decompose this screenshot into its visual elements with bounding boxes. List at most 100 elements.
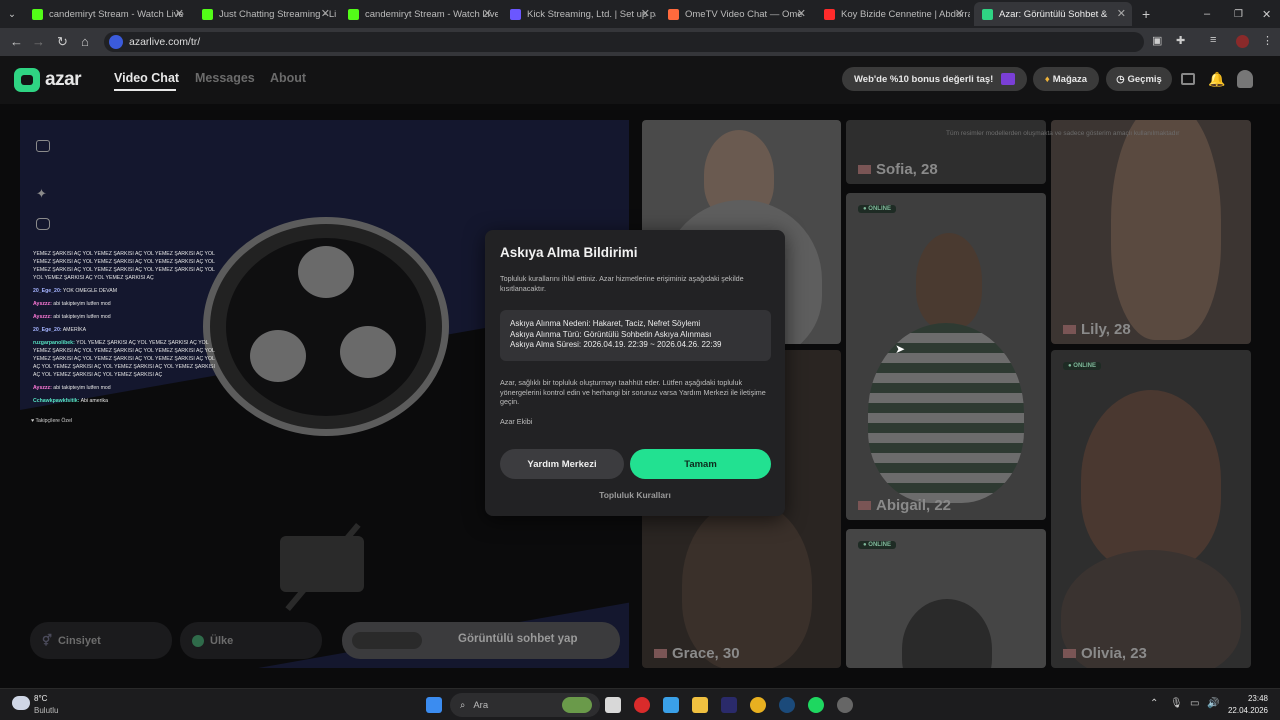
new-tab-button[interactable]: +: [1134, 2, 1154, 26]
user-profile-icon[interactable]: [1237, 70, 1253, 88]
start-video-chat-button[interactable]: Görüntülü sohbet yap: [342, 622, 620, 659]
chat-message: YEMEZ ŞARKISI AÇ YOL YEMEZ ŞARKISI AÇ YO…: [33, 250, 225, 258]
community-rules-link[interactable]: Topluluk Kuralları: [485, 490, 785, 500]
model-card-abigail[interactable]: ● ONLINE Abigail, 22: [846, 193, 1046, 520]
premiere-pro-icon[interactable]: [721, 697, 737, 713]
volume-icon[interactable]: 🔊: [1207, 698, 1219, 709]
gender-label: Cinsiyet: [57, 634, 101, 647]
browser-tab[interactable]: Just Chatting Streaming - Live S✕: [194, 2, 336, 26]
spotify-icon[interactable]: [808, 697, 824, 713]
us-flag-icon: [858, 165, 871, 174]
nav-video-chat[interactable]: Video Chat: [114, 71, 179, 85]
model-name-text: Grace, 30: [672, 645, 740, 662]
azar-logo[interactable]: azar: [14, 68, 82, 92]
close-tab-icon[interactable]: ✕: [955, 7, 964, 20]
model-card-lily[interactable]: Lily, 28: [1051, 120, 1251, 344]
chat-text: abi takipteyim lutfen mod: [53, 301, 111, 307]
home-icon[interactable]: ⌂: [81, 34, 89, 49]
chrome-icon[interactable]: [750, 697, 766, 713]
search-icon: ⌕: [460, 699, 466, 711]
close-tab-icon[interactable]: ✕: [1117, 7, 1126, 20]
history-label: Geçmiş: [1127, 73, 1162, 85]
tab-favicon-icon: [668, 8, 679, 20]
site-info-icon[interactable]: [109, 35, 123, 49]
close-window-button[interactable]: ✕: [1254, 2, 1279, 26]
network-icon[interactable]: ▭: [1190, 698, 1199, 709]
media-control-icon[interactable]: ≡: [1210, 34, 1216, 46]
bonus-gems-button[interactable]: Web'de %10 bonus değerli taş!: [842, 67, 1027, 91]
chat-message: YEMEZ ŞARKISI AÇ YOL YEMEZ ŞARKISI AÇ YO…: [33, 258, 225, 266]
close-tab-icon[interactable]: ✕: [797, 7, 806, 20]
us-flag-icon: [1063, 325, 1076, 334]
browser-tab[interactable]: Kick Streaming, Ltd. | Set up pa ✕: [502, 2, 656, 26]
steam-icon[interactable]: [779, 697, 795, 713]
chat-message: AÇ YOL YEMEZ ŞARKISI AÇ YOL YEMEZ ŞARKIS…: [33, 371, 225, 379]
forward-icon[interactable]: →: [32, 34, 45, 49]
ok-button[interactable]: Tamam: [630, 449, 771, 479]
close-tab-icon[interactable]: ✕: [483, 7, 492, 20]
file-explorer-icon[interactable]: [692, 697, 708, 713]
modal-title: Askıya Alma Bildirimi: [500, 245, 638, 260]
close-tab-icon[interactable]: ✕: [641, 7, 650, 20]
extension-icon[interactable]: ▣: [1152, 34, 1162, 47]
browser-tab[interactable]: candemiryt Stream - Watch Live ✕: [340, 2, 498, 26]
history-button[interactable]: ◷ Geçmiş: [1106, 67, 1172, 91]
suspension-duration: Askıya Alma Süresi: 2026.04.19. 22:39 ~ …: [510, 340, 722, 349]
maximize-button[interactable]: ❐: [1226, 2, 1251, 26]
browser-menu-icon[interactable]: ⋮: [1262, 34, 1273, 47]
chat-message: YOL YEMEZ ŞARKISI AÇ YOL YEMEZ ŞARKISI A…: [33, 274, 225, 282]
close-tab-icon[interactable]: ✕: [175, 7, 184, 20]
model-card-6[interactable]: ● ONLINE: [846, 529, 1046, 668]
shop-label: Mağaza: [1052, 73, 1088, 85]
address-bar[interactable]: azarlive.com/tr/: [104, 32, 1144, 52]
tray-chevron-icon[interactable]: ⌃: [1150, 698, 1158, 709]
notification-bell-icon[interactable]: 🔔: [1208, 71, 1225, 88]
browser-tab[interactable]: Koy Bizide Cennetine | Abdurra ✕: [816, 2, 970, 26]
nav-messages[interactable]: Messages: [195, 71, 255, 85]
model-card-olivia[interactable]: ● ONLINE Olivia, 23: [1051, 350, 1251, 668]
nav-about[interactable]: About: [270, 71, 306, 85]
chat-message: YEMEZ ŞARKISI AÇ YOL YEMEZ ŞARKISI AÇ YO…: [33, 347, 225, 355]
clock-date[interactable]: 22.04.2026: [1222, 706, 1268, 715]
start-windows-icon[interactable]: [426, 697, 442, 713]
chat-username: Ayszzz:: [33, 301, 52, 307]
chat-text: abi takipteyim lutfen mod: [53, 385, 111, 391]
close-tab-icon[interactable]: ✕: [321, 7, 330, 20]
tab-favicon-icon: [510, 8, 521, 20]
back-icon[interactable]: ←: [10, 34, 23, 49]
online-text: ONLINE: [1073, 363, 1096, 369]
camera-off-icon: [280, 516, 366, 612]
browser-tab[interactable]: candemiryt Stream - Watch Live ✕: [24, 2, 190, 26]
sticker-icon[interactable]: [36, 218, 50, 230]
browser-tab-bar: ⌄ candemiryt Stream - Watch Live ✕ Just Ch…: [0, 0, 1280, 28]
chat-text: AMERİKA: [62, 327, 87, 333]
weather-text: Bulutlu: [34, 706, 59, 715]
help-center-button[interactable]: Yardım Merkezi: [500, 449, 624, 479]
inbox-icon[interactable]: [1181, 73, 1195, 85]
tab-label: Just Chatting Streaming - Live S: [219, 8, 336, 20]
modal-body: Azar, sağlıklı bir topluluk oluşturmayı …: [500, 378, 766, 406]
magic-wand-icon[interactable]: ✦: [36, 186, 47, 202]
tab-search-button[interactable]: ⌄: [4, 2, 24, 26]
expand-icon[interactable]: [36, 140, 50, 152]
photos-icon[interactable]: [663, 697, 679, 713]
taskbar-search[interactable]: ⌕ Ara: [450, 693, 600, 717]
temperature-text: 8°C: [34, 694, 48, 703]
profile-avatar-icon[interactable]: [1236, 35, 1249, 48]
browser-tab[interactable]: Azar: Görüntülü Sohbet & ✕: [974, 2, 1132, 26]
bonus-label: Web'de %10 bonus değerli taş!: [854, 73, 994, 85]
task-view-icon[interactable]: [605, 697, 621, 713]
opera-icon[interactable]: [634, 697, 650, 713]
tab-label: candemiryt Stream - Watch Live: [365, 8, 498, 20]
app-icon[interactable]: [837, 697, 853, 713]
clock-time[interactable]: 23:48: [1232, 694, 1268, 703]
shop-button[interactable]: ♦ Mağaza: [1033, 67, 1099, 91]
extensions-puzzle-icon[interactable]: ✚: [1176, 34, 1185, 47]
gender-filter-button[interactable]: ⚥ Cinsiyet ⌃: [30, 622, 189, 659]
reload-icon[interactable]: ↻: [57, 34, 68, 50]
microphone-icon[interactable]: 🎙: [1170, 698, 1183, 709]
minimize-button[interactable]: –: [1196, 2, 1218, 26]
browser-tab[interactable]: OmeTV Video Chat — Ome ✕: [660, 2, 812, 26]
avatar-stack: [352, 632, 422, 649]
country-filter-button[interactable]: Ülke ⌃: [180, 622, 489, 659]
